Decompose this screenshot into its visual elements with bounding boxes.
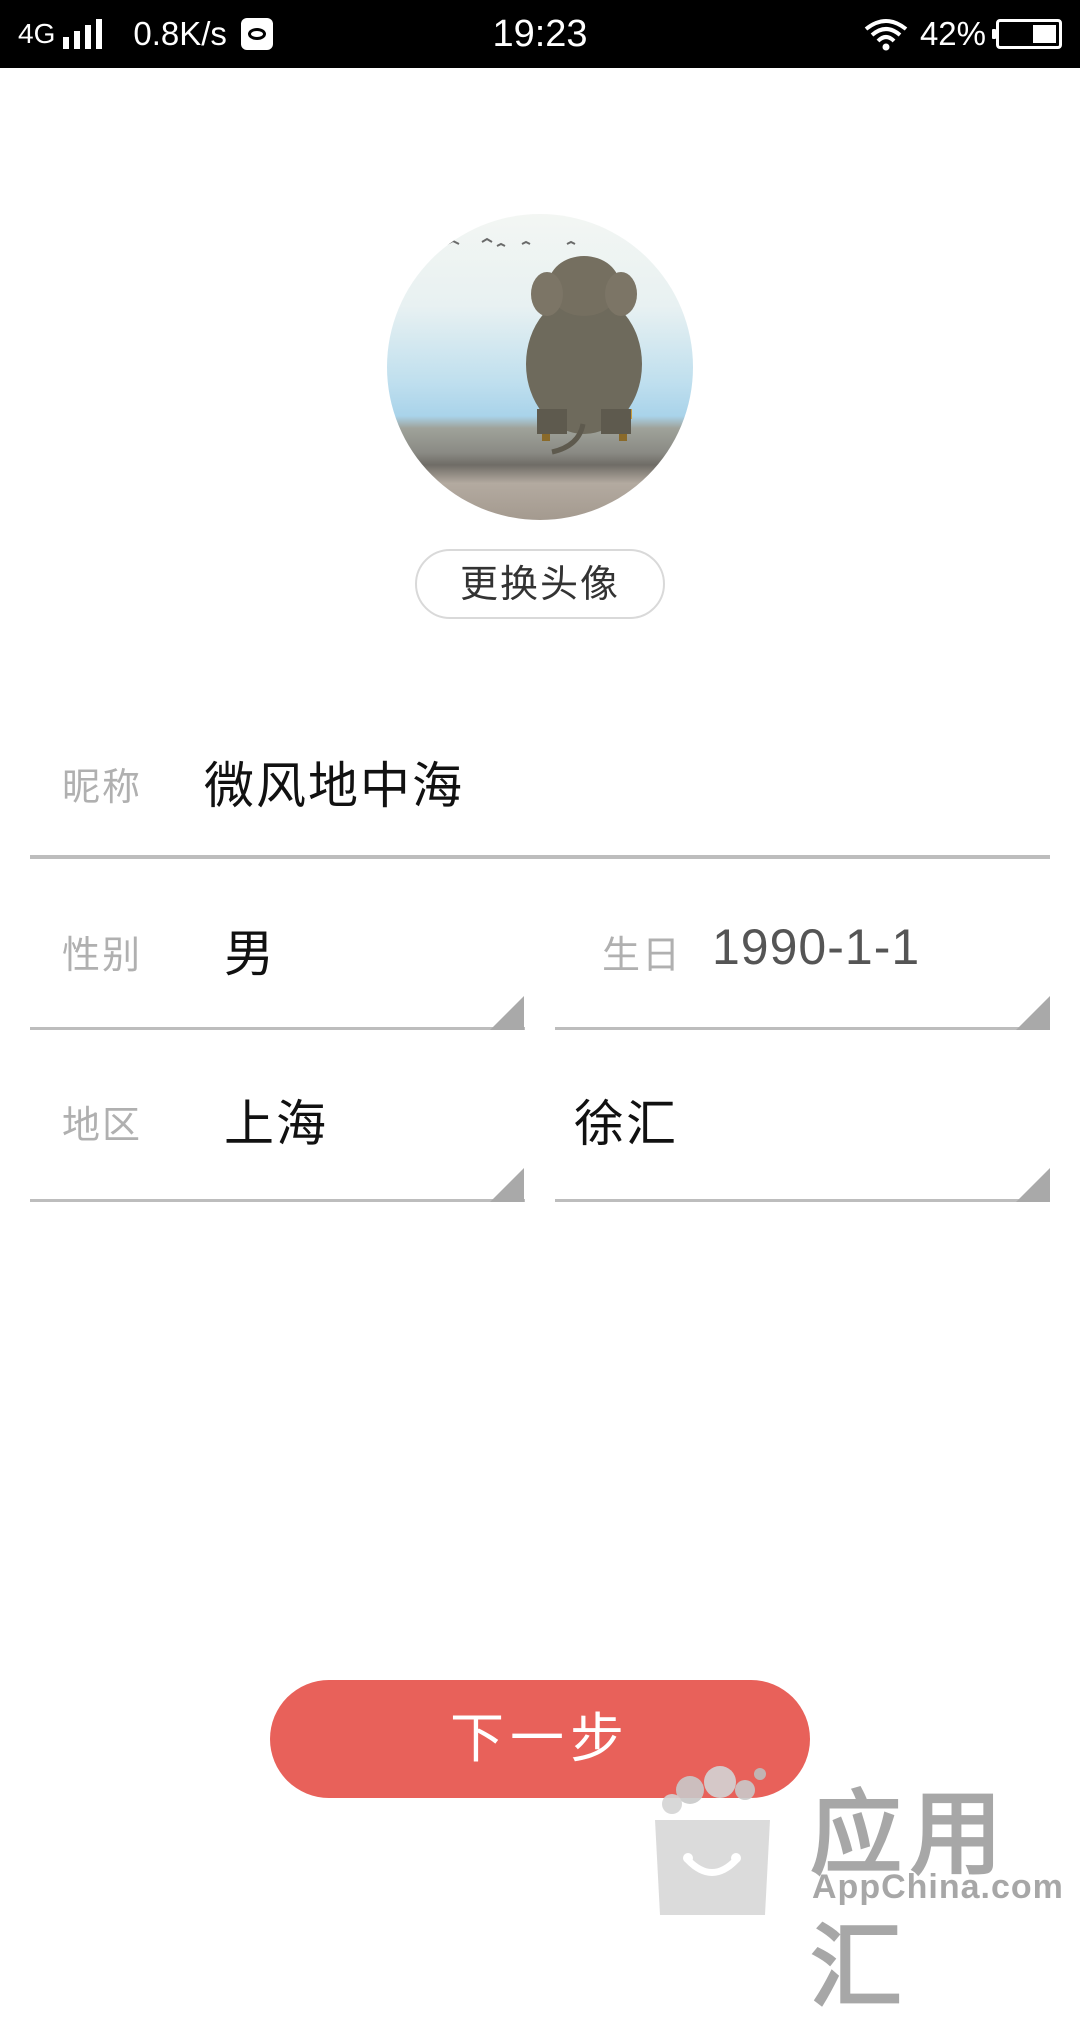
birthday-select[interactable]: 1990-1-1 [712, 918, 920, 976]
notification-app-icon [240, 18, 273, 50]
network-speed: 0.8K/s [133, 15, 227, 52]
gender-select[interactable]: 男 [224, 914, 276, 986]
birthday-underline [555, 1027, 1050, 1030]
district-underline [555, 1199, 1050, 1202]
watermark-subtitle: AppChina.com [812, 1868, 1064, 1906]
battery-icon [992, 19, 1062, 49]
gender-label: 性别 [62, 933, 143, 977]
nickname-input[interactable]: 微风地中海 [204, 746, 464, 818]
status-right: 42% [864, 0, 1062, 68]
network-type: 4G [18, 18, 56, 49]
province-select[interactable]: 上海 [224, 1084, 328, 1156]
battery-percent: 42% [919, 15, 986, 52]
nickname-label: 昵称 [62, 765, 143, 809]
gender-dropdown-indicator-icon[interactable] [490, 996, 524, 1030]
birthday-dropdown-indicator-icon[interactable] [1016, 996, 1050, 1030]
appchina-watermark: 应用汇 AppChina.com [640, 1740, 1080, 2021]
signal-icon [63, 19, 107, 49]
wifi-icon [864, 19, 908, 51]
region-label: 地区 [62, 1103, 143, 1147]
birthday-label: 生日 [602, 933, 683, 977]
appchina-bag-logo-icon [655, 1766, 770, 1915]
status-left: 4G 0.8K/s [18, 0, 273, 68]
battery-level-fill [1033, 25, 1056, 43]
province-dropdown-indicator-icon[interactable] [490, 1168, 524, 1202]
district-select[interactable]: 徐汇 [574, 1084, 678, 1156]
province-underline [30, 1199, 525, 1202]
change-avatar-button[interactable]: 更换头像 [415, 549, 665, 619]
gender-underline [30, 1027, 525, 1030]
status-bar: 4G 0.8K/s 19:23 42% [0, 0, 1080, 68]
nickname-underline [30, 855, 1050, 859]
elephant-avatar-image [446, 237, 642, 455]
avatar[interactable] [387, 214, 693, 520]
district-dropdown-indicator-icon[interactable] [1016, 1168, 1050, 1202]
